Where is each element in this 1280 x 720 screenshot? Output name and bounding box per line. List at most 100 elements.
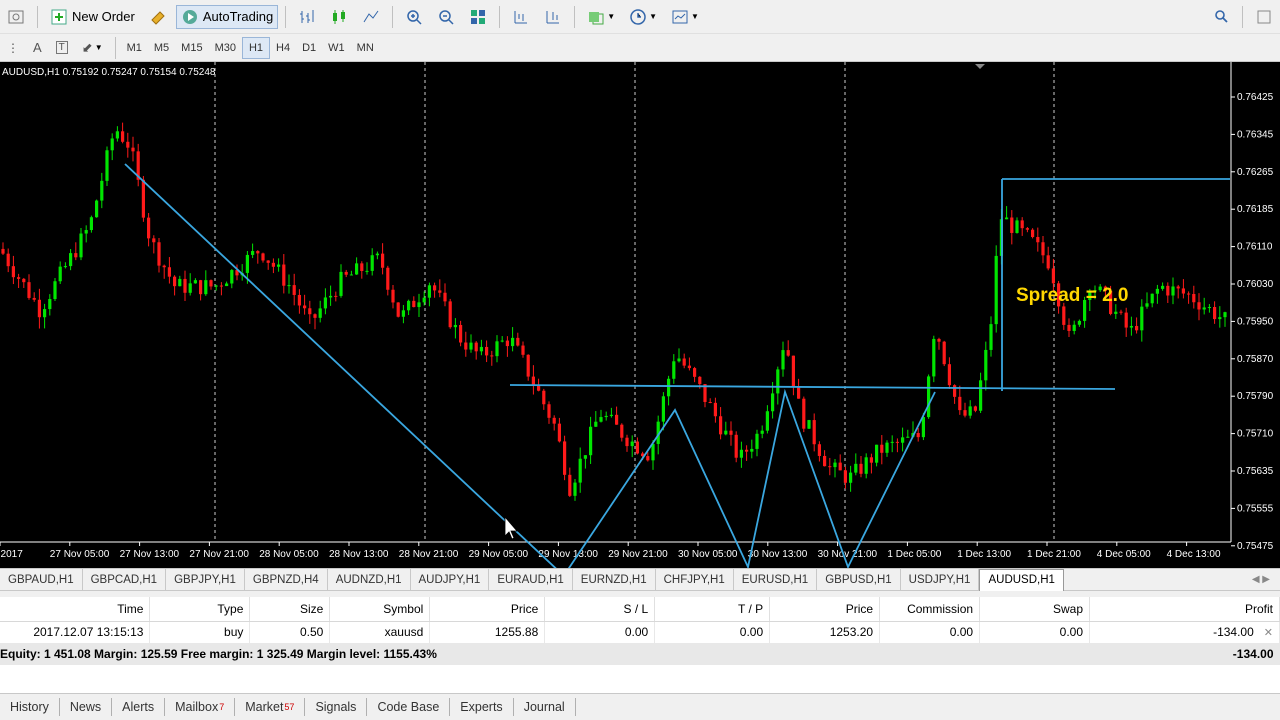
table-header: Time Type Size Symbol Price S / LT / P Price Co…	[0, 597, 1280, 622]
price-label: 0.75475	[1237, 541, 1274, 552]
symbol-tab[interactable]: EURNZD,H1	[573, 568, 656, 591]
table-cell: xauusd	[329, 621, 431, 643]
candle-body	[469, 342, 473, 350]
line-chart-button[interactable]	[357, 5, 385, 29]
timeframe-m5[interactable]: M5	[148, 37, 175, 59]
account-button[interactable]	[1250, 5, 1278, 29]
column-header[interactable]: Swap	[979, 597, 1091, 622]
chart-shift-button[interactable]	[507, 5, 535, 29]
terminal-tab-code-base[interactable]: Code Base	[367, 698, 451, 716]
column-header[interactable]: Symbol	[329, 597, 431, 622]
terminal-tab-history[interactable]: History	[0, 698, 60, 716]
candle-body	[1197, 302, 1201, 310]
terminal-tab-signals[interactable]: Signals	[305, 698, 368, 716]
timeframe-mn[interactable]: MN	[351, 37, 380, 59]
profiles-button[interactable]	[2, 5, 30, 29]
candle-body	[1171, 286, 1175, 296]
separator	[499, 5, 501, 28]
chart-canvas[interactable]: 0.76425 0.76345 0.76265 0.76185 0.76110 0.760…	[0, 62, 1280, 568]
timeframe-m1[interactable]: M1	[121, 37, 148, 59]
candle-body	[48, 299, 52, 310]
ohlc-readout: AUDUSD,H1 0.75192 0.75247 0.75154 0.7524…	[2, 67, 216, 78]
metaeditor-button[interactable]	[144, 5, 172, 29]
symbol-tab[interactable]: AUDNZD,H1	[328, 568, 411, 591]
candle-body	[1187, 293, 1191, 295]
candle-body	[219, 285, 223, 287]
autotrading-button[interactable]: AutoTrading	[175, 4, 279, 29]
text-label-button[interactable]: T	[51, 36, 73, 60]
symbol-tab[interactable]: GBPUSD,H1	[817, 568, 901, 591]
candle-body	[552, 417, 556, 424]
crosshair-button[interactable]: ⋮	[2, 36, 24, 60]
trade-table: Time Type Size Symbol Price S / LT / P Price Co…	[0, 597, 1280, 665]
symbol-tab[interactable]: GBPJPY,H1	[166, 568, 245, 591]
indicators-button[interactable]: ▼	[582, 5, 620, 29]
candle-body	[542, 390, 546, 405]
terminal-tab-mailbox[interactable]: Mailbox 7	[165, 698, 236, 716]
terminal-tab-news[interactable]: News	[60, 698, 113, 716]
timeframe-m30[interactable]: M30	[209, 37, 242, 59]
symbol-tab[interactable]: GBPNZD,H4	[245, 568, 328, 591]
autoscroll-button[interactable]	[539, 5, 567, 29]
candle-body	[916, 433, 920, 438]
candle-body	[989, 324, 993, 350]
candle-body	[724, 430, 728, 435]
bar-chart-button[interactable]	[293, 5, 321, 29]
zoom-out-button[interactable]	[432, 5, 460, 29]
column-header[interactable]: Time	[0, 597, 151, 622]
symbol-tab[interactable]: GBPCAD,H1	[83, 568, 167, 591]
timeframe-m15[interactable]: M15	[175, 37, 208, 59]
terminal-tab-journal[interactable]: Journal	[514, 698, 576, 716]
time-label: 27 Nov 13:00	[120, 549, 180, 560]
candle-body	[63, 266, 67, 268]
column-header[interactable]: Commission	[879, 597, 981, 622]
symbol-tab[interactable]: AUDJPY,H1	[411, 568, 490, 591]
symbol-tab[interactable]: AUDUSD,H1	[979, 568, 1064, 591]
terminal-tab-experts[interactable]: Experts	[450, 698, 514, 716]
column-header[interactable]: S / L	[544, 597, 656, 622]
candle-body	[355, 263, 359, 275]
symbol-tab[interactable]: EURUSD,H1	[734, 568, 818, 591]
zoom-in-button[interactable]	[400, 5, 428, 29]
candle-body	[422, 297, 426, 303]
time-label: 30 Nov 13:00	[748, 549, 808, 560]
tab-scroll-arrows[interactable]: ◀ ▶	[1252, 574, 1270, 585]
candlestick-button[interactable]	[325, 5, 353, 29]
candle-body	[251, 251, 255, 255]
price-label: 0.76185	[1237, 204, 1274, 215]
column-header[interactable]: Profit	[1089, 597, 1280, 622]
candle-body	[838, 462, 842, 471]
candle-body	[37, 299, 41, 318]
column-header[interactable]: Type	[149, 597, 251, 622]
trendline	[124, 163, 557, 568]
close-icon[interactable]: ✕	[1264, 627, 1273, 639]
search-button[interactable]	[1207, 5, 1235, 29]
candle-body	[734, 434, 738, 458]
column-header[interactable]: T / P	[654, 597, 771, 622]
table-row[interactable]: 2017.12.07 13:15:13 buy 0.50 xauusd 1255.88 0…	[0, 621, 1280, 643]
arrows-button[interactable]: ⬋ ▼	[77, 36, 108, 60]
symbol-tab[interactable]: CHFJPY,H1	[656, 568, 734, 591]
candle-body	[370, 255, 374, 271]
terminal-tab-alerts[interactable]: Alerts	[112, 698, 166, 716]
candle-body	[791, 355, 795, 387]
candle-body	[396, 302, 400, 317]
column-header[interactable]: Size	[249, 597, 331, 622]
symbol-tab[interactable]: GBPAUD,H1	[0, 568, 83, 591]
templates-button[interactable]: ▼	[666, 5, 704, 29]
price-chart[interactable]: 0.76425 0.76345 0.76265 0.76185 0.76110 0.760…	[0, 62, 1280, 568]
symbol-tab[interactable]: EURAUD,H1	[489, 568, 573, 591]
new-order-label: New Order	[72, 9, 135, 24]
tile-windows-button[interactable]	[464, 5, 492, 29]
column-header[interactable]: Price	[769, 597, 881, 622]
symbol-tab[interactable]: USDJPY,H1	[901, 568, 980, 591]
text-tool-button[interactable]: A	[28, 36, 47, 60]
column-header[interactable]: Price	[429, 597, 546, 622]
timeframe-w1[interactable]: W1	[322, 37, 351, 59]
timeframe-h4[interactable]: H4	[270, 37, 296, 59]
terminal-tab-market[interactable]: Market 57	[235, 698, 306, 716]
periods-button[interactable]: ▼	[624, 5, 662, 29]
new-order-button[interactable]: New Order	[45, 5, 140, 29]
timeframe-h1[interactable]: H1	[241, 36, 271, 59]
timeframe-d1[interactable]: D1	[296, 37, 322, 59]
